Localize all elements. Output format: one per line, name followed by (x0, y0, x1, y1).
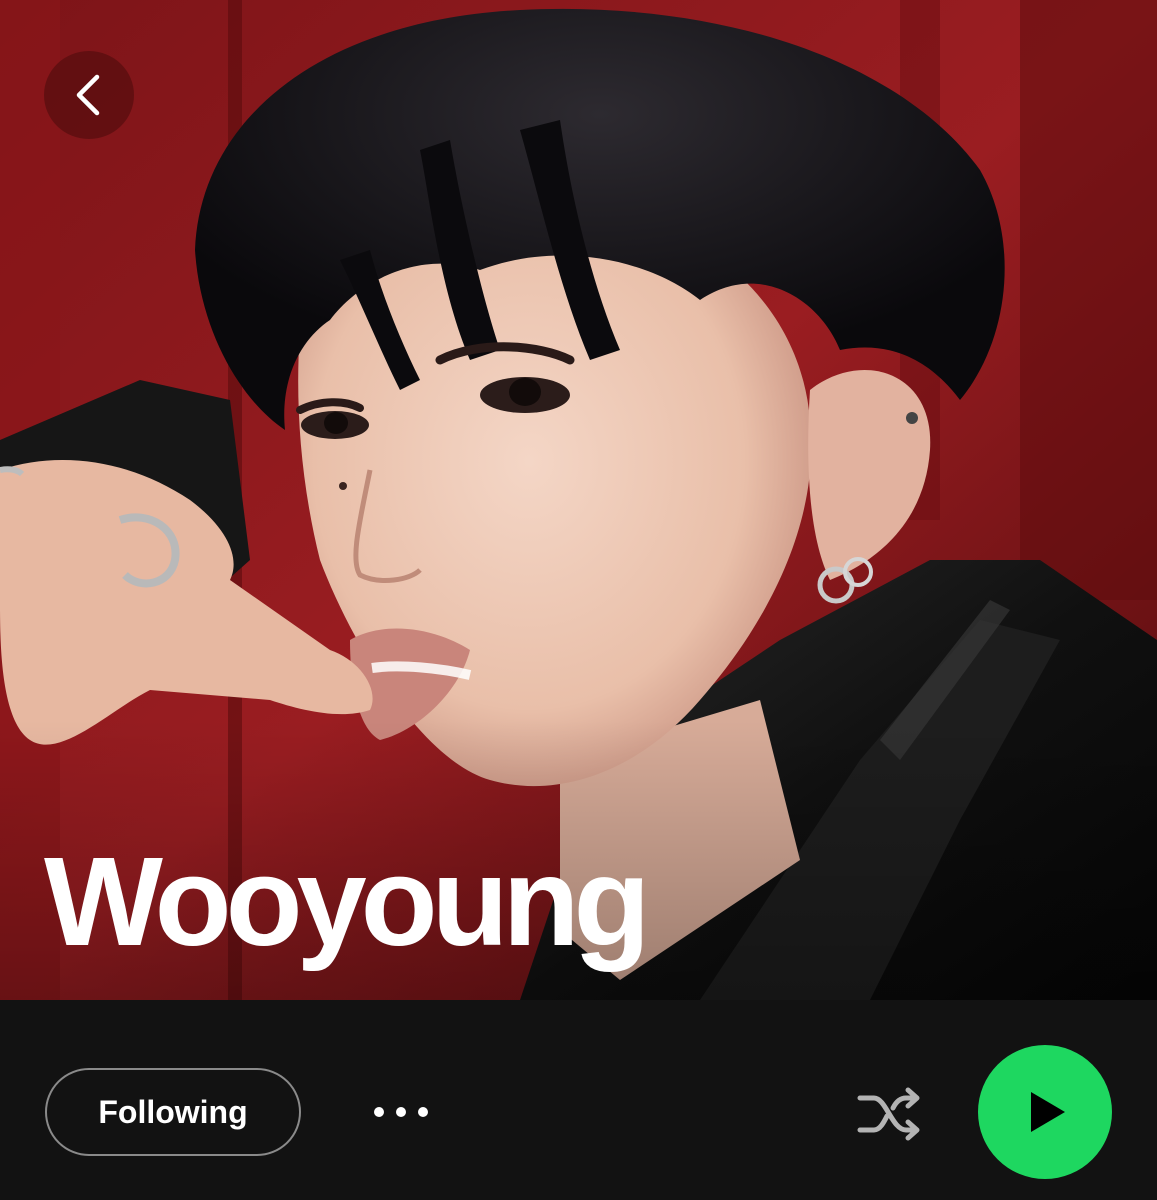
chevron-left-icon (76, 74, 100, 116)
back-button[interactable] (44, 51, 134, 139)
shuffle-button[interactable] (850, 1080, 930, 1148)
more-horizontal-icon (374, 1107, 428, 1117)
play-button[interactable] (978, 1045, 1112, 1179)
artist-page: Wooyoung Following (0, 0, 1157, 1200)
follow-button[interactable]: Following (45, 1068, 301, 1156)
action-bar: Following (0, 1000, 1157, 1200)
more-options-button[interactable] (366, 1084, 436, 1140)
shuffle-icon (857, 1087, 920, 1141)
artist-name: Wooyoung (44, 831, 651, 972)
artist-hero: Wooyoung (0, 0, 1157, 1000)
play-icon (1031, 1092, 1065, 1132)
